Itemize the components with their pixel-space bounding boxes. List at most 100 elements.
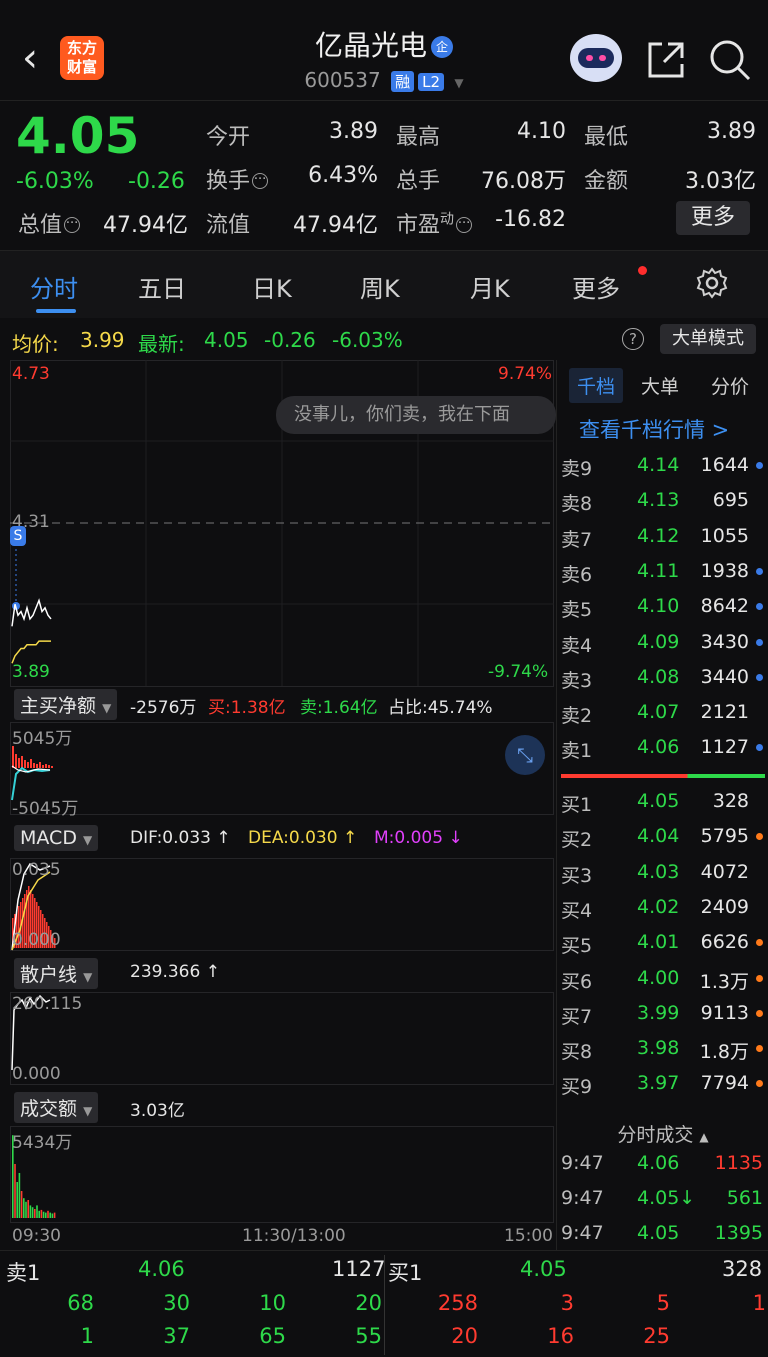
comment-bubble[interactable]: 没事儿，你们卖，我在下面 bbox=[276, 396, 556, 434]
bid-volume: 328 bbox=[712, 790, 749, 812]
panel-frame bbox=[10, 1126, 554, 1223]
settings-gear-icon[interactable] bbox=[696, 267, 728, 299]
book-tab-big-order[interactable]: 大单 bbox=[641, 372, 679, 399]
bid-row[interactable]: 买9 3.97 7794 bbox=[557, 1066, 768, 1101]
assistant-robot-icon[interactable] bbox=[570, 34, 622, 82]
retail-line-dropdown[interactable]: 散户线 ▼ bbox=[14, 958, 99, 989]
bid-row[interactable]: 买7 3.99 9113 bbox=[557, 996, 768, 1031]
flow-bar bbox=[12, 746, 14, 768]
ask-level-label: 卖7 bbox=[561, 528, 593, 551]
sell-signal-marker[interactable]: S bbox=[10, 526, 26, 546]
amount-bar bbox=[14, 1164, 16, 1218]
flow-bar bbox=[15, 754, 17, 768]
time-axis-start: 09:30 bbox=[12, 1226, 61, 1246]
trade-volume: 1395 bbox=[714, 1222, 763, 1244]
intraday-chart[interactable]: 4.73 9.74% 4.31 3.89 -9.74% S 主买净额 ▼ -25… bbox=[10, 360, 554, 1250]
ask-row[interactable]: 卖8 4.13 695 bbox=[557, 483, 768, 518]
bid-price: 4.04 bbox=[637, 825, 680, 848]
book-tab-price[interactable]: 分价 bbox=[711, 372, 749, 399]
change-percent: -6.03% bbox=[16, 169, 94, 194]
bid-row[interactable]: 买2 4.04 5795 bbox=[557, 819, 768, 854]
bid-level-label: 买5 bbox=[561, 935, 593, 958]
order-book-panel: 千档 大单 分价 查看千档行情 > 卖9 4.14 1644 卖8 4.13 695 卖7 4… bbox=[556, 360, 768, 1250]
tab-five-day[interactable]: 五日 bbox=[138, 269, 186, 304]
avg-value: 3.99 bbox=[80, 328, 125, 352]
open-label: 今开 bbox=[206, 125, 251, 150]
big-order-mode-button[interactable]: 大单模式 bbox=[660, 324, 756, 354]
ask-row[interactable]: 卖7 4.12 1055 bbox=[557, 519, 768, 554]
amount-value: 3.03亿 bbox=[685, 169, 756, 194]
tab-daily-k[interactable]: 日K bbox=[252, 269, 292, 304]
turnover-amount-value: 3.03亿 bbox=[130, 1101, 185, 1121]
ask-row[interactable]: 卖1 4.06 1127 bbox=[557, 730, 768, 765]
tab-monthly-k[interactable]: 月K bbox=[470, 269, 510, 304]
share-icon[interactable] bbox=[646, 40, 686, 80]
trade-row: 9:47 4.05 1395 bbox=[557, 1216, 768, 1251]
large-order-dot bbox=[756, 603, 763, 611]
amount-bar bbox=[40, 1209, 43, 1218]
bid-volume: 4072 bbox=[700, 860, 749, 883]
amount-bar bbox=[29, 1205, 32, 1218]
amount-bar bbox=[34, 1209, 36, 1218]
pe-label[interactable]: 市盈动 ··· bbox=[396, 207, 473, 239]
buy-queue-order: 25 bbox=[643, 1324, 670, 1348]
macd-dropdown[interactable]: MACD ▼ bbox=[14, 825, 99, 851]
ask-volume: 1938 bbox=[700, 559, 749, 582]
queue-sell-label: 卖1 bbox=[6, 1261, 41, 1285]
ask-row[interactable]: 卖3 4.08 3440 bbox=[557, 660, 768, 695]
ask-row[interactable]: 卖9 4.14 1644 bbox=[557, 448, 768, 483]
search-icon[interactable] bbox=[708, 38, 752, 82]
flow-bar bbox=[48, 765, 50, 768]
tab-more[interactable]: 更多 bbox=[572, 269, 620, 304]
flow-bar bbox=[24, 760, 26, 768]
tick-trades-header[interactable]: 分时成交 ▲ bbox=[557, 1116, 768, 1150]
panel-frame bbox=[10, 858, 554, 951]
time-axis-mid: 11:30/13:00 bbox=[242, 1226, 346, 1246]
bid-level-label: 买9 bbox=[561, 1076, 593, 1099]
tab-intraday[interactable]: 分时 bbox=[30, 269, 78, 304]
ask-row[interactable]: 卖2 4.07 2121 bbox=[557, 695, 768, 730]
ask-row[interactable]: 卖5 4.10 8642 bbox=[557, 589, 768, 624]
amount-bar bbox=[23, 1198, 25, 1218]
ask-row[interactable]: 卖4 4.09 3430 bbox=[557, 625, 768, 660]
net-buy-dropdown[interactable]: 主买净额 ▼ bbox=[14, 689, 118, 720]
change-amount: -0.26 bbox=[128, 169, 185, 194]
bid-row[interactable]: 买1 4.05 328 bbox=[557, 784, 768, 819]
tab-weekly-k[interactable]: 周K bbox=[360, 269, 400, 304]
turnover-value: 6.43% bbox=[308, 163, 378, 188]
low-label: 最低 bbox=[584, 125, 629, 150]
bid-price: 4.03 bbox=[637, 860, 680, 883]
large-order-dot bbox=[756, 673, 763, 681]
margin-badge: 融 bbox=[391, 71, 415, 92]
amount-bar bbox=[36, 1205, 38, 1218]
amount-bar bbox=[31, 1207, 34, 1218]
amount-label: 金额 bbox=[584, 169, 629, 194]
bid-row[interactable]: 买6 4.00 1.3万 bbox=[557, 961, 768, 996]
help-icon[interactable]: ? bbox=[622, 328, 644, 350]
expand-arrows-icon[interactable]: ⤡ bbox=[505, 735, 545, 775]
queue-divider bbox=[384, 1255, 385, 1355]
ask-volume: 2121 bbox=[700, 701, 749, 724]
quote-panel: 4.05 -6.03% -0.26 今开 3.89 最高 4.10 最低 3.8… bbox=[0, 100, 768, 250]
bid-row[interactable]: 买8 3.98 1.8万 bbox=[557, 1031, 768, 1066]
trade-price: 4.05 bbox=[637, 1222, 680, 1244]
more-quote-button[interactable]: 更多 bbox=[676, 201, 750, 235]
turnover-label[interactable]: 换手 ··· bbox=[206, 163, 269, 195]
ask-row[interactable]: 卖6 4.11 1938 bbox=[557, 554, 768, 589]
percent-axis-top: 9.74% bbox=[498, 364, 553, 384]
view-thousand-quotes-link[interactable]: 查看千档行情 > bbox=[579, 414, 729, 444]
retail-axis-top: 260.115 bbox=[12, 994, 83, 1014]
ask-level-label: 卖9 bbox=[561, 458, 593, 480]
bid-row[interactable]: 买5 4.01 6626 bbox=[557, 925, 768, 960]
dropdown-caret-icon[interactable]: ▼ bbox=[454, 76, 463, 90]
bid-row[interactable]: 买3 4.03 4072 bbox=[557, 855, 768, 890]
panel-frame bbox=[10, 722, 554, 815]
bid-row[interactable]: 买4 4.02 2409 bbox=[557, 890, 768, 925]
ask-volume: 8642 bbox=[700, 595, 749, 618]
bid-volume: 6626 bbox=[700, 931, 749, 954]
book-tab-thousand[interactable]: 千档 bbox=[569, 368, 624, 403]
buy-queue-order: 20 bbox=[451, 1324, 478, 1348]
stock-detail-screen: ‹ 东方 财富 亿晶光电企 600537 融 L2 ▼ 4.05 -6.03% -… bbox=[0, 0, 768, 1357]
turnover-amount-dropdown[interactable]: 成交额 ▼ bbox=[14, 1092, 99, 1123]
market-cap-label[interactable]: 总值 ··· bbox=[18, 207, 81, 239]
